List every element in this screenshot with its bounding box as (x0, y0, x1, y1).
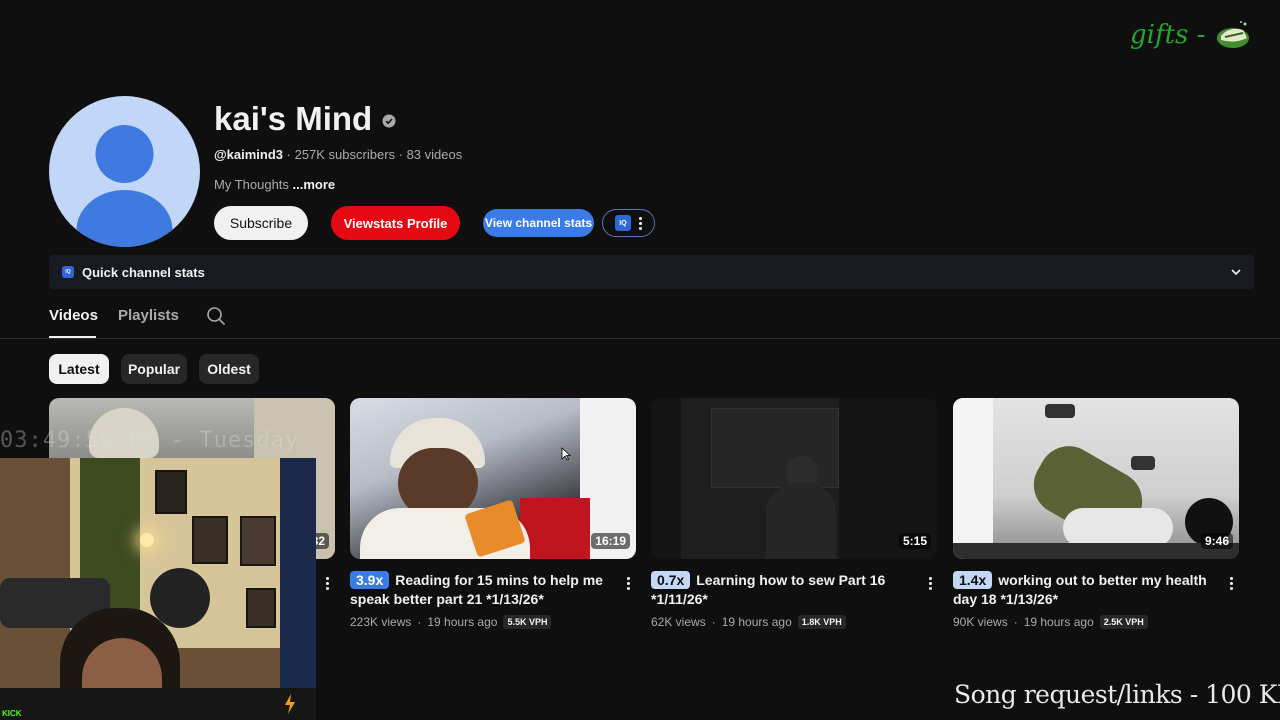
more-link[interactable]: ...more (293, 177, 336, 192)
description-text: My Thoughts (214, 177, 293, 192)
video-menu-button-partial[interactable] (322, 575, 332, 591)
video-age: 19 hours ago (721, 615, 792, 629)
vph-badge: 1.8K VPH (797, 615, 846, 629)
video-meta: 223K views · 19 hours ago 5.5K VPH (350, 615, 552, 629)
verified-icon (382, 114, 396, 128)
meta-separator: · (1013, 615, 1018, 629)
video-menu-button[interactable] (1226, 575, 1236, 591)
mouse-cursor-icon (561, 447, 571, 461)
channel-description[interactable]: My Thoughts ...more (214, 177, 335, 192)
channel-name-text: kai's Mind (214, 100, 373, 137)
default-avatar-icon (76, 125, 173, 247)
video-meta: 62K views · 19 hours ago 1.8K VPH (651, 615, 846, 629)
kick-logo: KICK (2, 709, 22, 718)
lightning-icon (285, 694, 295, 714)
channel-meta: @kaimind3 · 257K subscribers · 83 videos (214, 147, 462, 162)
more-vert-icon (639, 216, 642, 230)
meta-separator: · (711, 615, 716, 629)
video-menu-button[interactable] (623, 575, 633, 591)
tab-playlists[interactable]: Playlists (118, 307, 179, 324)
channel-handle: @kaimind3 (214, 147, 284, 162)
channel-avatar[interactable] (49, 96, 200, 247)
chip-latest[interactable]: Latest (49, 354, 109, 384)
performance-multiplier-badge: 1.4x (953, 571, 993, 589)
video-title[interactable]: 0.7x Learning how to sew Part 16 *1/11/26… (651, 571, 913, 609)
video-thumbnail[interactable]: 5:15 (651, 398, 937, 559)
video-views: 90K views (953, 615, 1008, 629)
video-age: 19 hours ago (1023, 615, 1094, 629)
chip-popular[interactable]: Popular (121, 354, 187, 384)
video-thumbnail[interactable]: 16:19 (350, 398, 636, 559)
viewstats-profile-button[interactable]: Viewstats Profile (331, 206, 460, 240)
channel-stats-text: · 257K subscribers · 83 videos (283, 147, 463, 162)
performance-multiplier-badge: 0.7x (651, 571, 691, 589)
vph-badge: 5.5K VPH (503, 615, 552, 629)
video-title[interactable]: 3.9x Reading for 15 mins to help me speak… (350, 571, 612, 609)
quick-stats-iq-icon: IQ (62, 266, 74, 278)
tab-videos[interactable]: Videos (49, 307, 98, 324)
gifts-overlay: gifts - (1130, 20, 1251, 50)
tabs-divider (0, 338, 1280, 339)
meta-separator: · (417, 615, 422, 629)
search-icon[interactable] (206, 306, 226, 326)
video-age: 19 hours ago (427, 615, 498, 629)
video-menu-button[interactable] (925, 575, 935, 591)
subscribe-button[interactable]: Subscribe (214, 206, 308, 240)
webcam-overlay: KICK (0, 458, 316, 720)
chevron-down-icon[interactable] (1230, 266, 1242, 278)
song-request-overlay: Song request/links - 100 KICKs (954, 680, 1280, 709)
video-views: 62K views (651, 615, 706, 629)
video-meta: 90K views · 19 hours ago 2.5K VPH (953, 615, 1148, 629)
quick-stats-label: Quick channel stats (82, 264, 205, 280)
video-views: 223K views (350, 615, 412, 629)
iq-menu-button[interactable]: IQ (602, 209, 655, 237)
video-title[interactable]: 1.4x working out to better my health day … (953, 571, 1215, 609)
chip-oldest[interactable]: Oldest (199, 354, 259, 384)
iq-badge-icon: IQ (615, 215, 631, 231)
vph-badge: 2.5K VPH (1099, 615, 1148, 629)
video-duration: 5:15 (898, 533, 931, 549)
performance-multiplier-badge: 3.9x (350, 571, 390, 589)
video-thumbnail[interactable]: 9:46 (953, 398, 1239, 559)
video-duration: 16:19 (591, 533, 630, 549)
sneaker-gift-icon (1217, 21, 1250, 48)
gifts-label: gifts - (1130, 20, 1206, 50)
view-channel-stats-button[interactable]: View channel stats (483, 209, 594, 237)
video-duration: 9:46 (1200, 533, 1233, 549)
stream-clock: 03:49:56 PM - Tuesday (0, 428, 300, 453)
quick-channel-stats-bar[interactable]: IQ Quick channel stats (49, 255, 1254, 289)
channel-name: kai's Mind (214, 100, 396, 138)
